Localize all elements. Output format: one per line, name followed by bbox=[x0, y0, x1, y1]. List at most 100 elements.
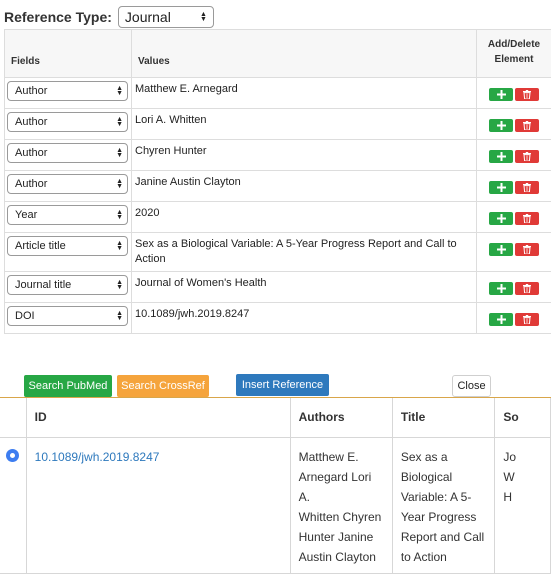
plus-icon bbox=[496, 183, 506, 192]
cell-line: Arnegard Lori bbox=[298, 469, 372, 484]
field-type-select[interactable]: Author ▲ ▼ bbox=[7, 174, 128, 194]
results-header-row: ID Authors Title So bbox=[0, 398, 551, 438]
add-element-button[interactable] bbox=[489, 88, 513, 101]
plus-icon bbox=[496, 214, 506, 223]
field-row: Article title ▲ ▼ Sex as a Biological Varia… bbox=[4, 232, 551, 272]
delete-element-button[interactable] bbox=[515, 243, 539, 256]
field-type-select[interactable]: Author ▲ ▼ bbox=[7, 112, 128, 132]
field-row: Author ▲ ▼ Lori A. Whitten bbox=[4, 108, 551, 140]
field-type-value: Author bbox=[15, 85, 48, 97]
add-delete-cell bbox=[476, 201, 551, 233]
add-element-button[interactable] bbox=[489, 243, 513, 256]
trash-icon bbox=[523, 90, 531, 99]
field-value: 10.1089/jwh.2019.8247 bbox=[131, 302, 477, 334]
up-down-arrows-icon: ▲ ▼ bbox=[116, 85, 123, 97]
cell-line: Year Progress bbox=[400, 509, 477, 524]
trash-icon bbox=[523, 245, 531, 254]
up-down-arrows-icon: ▲ ▼ bbox=[199, 11, 207, 23]
cell-line: Whitten Chyren bbox=[298, 509, 382, 524]
delete-element-button[interactable] bbox=[515, 212, 539, 225]
trash-icon bbox=[523, 152, 531, 161]
field-type-value: Year bbox=[15, 209, 38, 221]
field-type-select[interactable]: Author ▲ ▼ bbox=[7, 81, 128, 101]
delete-element-button[interactable] bbox=[515, 181, 539, 194]
field-type-value: Author bbox=[15, 178, 48, 190]
add-element-button[interactable] bbox=[489, 212, 513, 225]
close-button[interactable]: Close bbox=[452, 375, 491, 397]
cell-line: Hunter Janine bbox=[298, 529, 374, 544]
field-type-select[interactable]: DOI ▲ ▼ bbox=[7, 306, 128, 326]
field-value: Sex as a Biological Variable: A 5-Year P… bbox=[131, 232, 477, 272]
doi-link[interactable]: 10.1089/jwh.2019.8247 bbox=[35, 450, 160, 464]
reference-type-select[interactable]: Journal ▲ ▼ bbox=[117, 6, 214, 28]
field-cell: Journal title ▲ ▼ bbox=[4, 271, 132, 303]
field-type-select[interactable]: Year ▲ ▼ bbox=[7, 205, 128, 225]
add-delete-header-line1: Add/Delete bbox=[487, 39, 541, 50]
results-table: ID Authors Title So 10.1089/jwh.2019.824… bbox=[0, 398, 551, 574]
field-type-value: DOI bbox=[15, 310, 35, 322]
add-element-button[interactable] bbox=[489, 181, 513, 194]
result-radio[interactable] bbox=[6, 448, 20, 462]
cell-line: W bbox=[503, 469, 515, 484]
source-cell: Jo W H bbox=[494, 436, 551, 574]
field-type-select[interactable]: Author ▲ ▼ bbox=[7, 143, 128, 163]
plus-icon bbox=[496, 315, 506, 324]
up-down-arrows-icon: ▲ ▼ bbox=[116, 240, 123, 252]
cell-line: A. bbox=[298, 489, 310, 504]
add-element-button[interactable] bbox=[489, 313, 513, 326]
field-row: Author ▲ ▼ Chyren Hunter bbox=[4, 139, 551, 171]
delete-element-button[interactable] bbox=[515, 282, 539, 295]
trash-icon bbox=[523, 284, 531, 293]
title-header: Title bbox=[391, 398, 496, 438]
field-value: Lori A. Whitten bbox=[131, 108, 477, 140]
add-delete-cell bbox=[476, 302, 551, 334]
title-cell: Sex as a Biological Variable: A 5- Year Pro… bbox=[391, 436, 496, 574]
field-type-value: Journal title bbox=[15, 279, 72, 291]
select-cell bbox=[0, 436, 27, 574]
delete-element-button[interactable] bbox=[515, 313, 539, 326]
field-type-value: Article title bbox=[15, 240, 66, 252]
field-type-select[interactable]: Article title ▲ ▼ bbox=[7, 236, 128, 256]
authors-header: Authors bbox=[289, 398, 393, 438]
add-element-button[interactable] bbox=[489, 150, 513, 163]
cell-line: H bbox=[503, 489, 513, 504]
add-element-button[interactable] bbox=[489, 119, 513, 132]
trash-icon bbox=[523, 315, 531, 324]
up-down-arrows-icon: ▲ ▼ bbox=[116, 279, 123, 291]
select-header bbox=[0, 398, 27, 438]
add-delete-cell bbox=[476, 108, 551, 140]
field-type-value: Author bbox=[15, 147, 48, 159]
delete-element-button[interactable] bbox=[515, 119, 539, 132]
plus-icon bbox=[496, 152, 506, 161]
authors-cell: Matthew E. Arnegard Lori A. Whitten Chyren H… bbox=[289, 436, 393, 574]
fields-table: Fields Values Add/Delete Element Author ▲… bbox=[4, 29, 551, 334]
reference-type-group: Reference Type: Journal ▲ ▼ bbox=[4, 5, 214, 29]
search-pubmed-button[interactable]: Search PubMed bbox=[24, 375, 112, 397]
add-element-button[interactable] bbox=[489, 282, 513, 295]
search-crossref-button[interactable]: Search CrossRef bbox=[117, 375, 209, 397]
results-panel: ID Authors Title So 10.1089/jwh.2019.824… bbox=[0, 397, 551, 578]
id-cell: 10.1089/jwh.2019.8247 bbox=[25, 436, 291, 574]
id-header: ID bbox=[25, 398, 291, 438]
field-type-value: Author bbox=[15, 116, 48, 128]
field-value: Matthew E. Arnegard bbox=[131, 77, 477, 109]
cell-line: Report and Call bbox=[400, 529, 485, 544]
trash-icon bbox=[523, 183, 531, 192]
insert-reference-button[interactable]: Insert Reference bbox=[236, 374, 329, 396]
field-row: Journal title ▲ ▼ Journal of Women's Health bbox=[4, 271, 551, 303]
field-cell: DOI ▲ ▼ bbox=[4, 302, 132, 334]
field-cell: Year ▲ ▼ bbox=[4, 201, 132, 233]
add-delete-header: Add/Delete Element bbox=[476, 29, 551, 78]
field-cell: Author ▲ ▼ bbox=[4, 108, 132, 140]
delete-element-button[interactable] bbox=[515, 150, 539, 163]
cell-line: Sex as a bbox=[400, 449, 448, 464]
result-row[interactable]: 10.1089/jwh.2019.8247 Matthew E. Arnegard … bbox=[0, 436, 551, 574]
fields-table-header: Fields Values Add/Delete Element bbox=[4, 29, 551, 78]
field-cell: Article title ▲ ▼ bbox=[4, 232, 132, 272]
cell-line: Austin Clayton bbox=[298, 549, 376, 564]
field-type-select[interactable]: Journal title ▲ ▼ bbox=[7, 275, 128, 295]
result-rows: 10.1089/jwh.2019.8247 Matthew E. Arnegard … bbox=[0, 436, 551, 574]
up-down-arrows-icon: ▲ ▼ bbox=[116, 178, 123, 190]
reference-type-value: Journal bbox=[124, 9, 171, 25]
delete-element-button[interactable] bbox=[515, 88, 539, 101]
